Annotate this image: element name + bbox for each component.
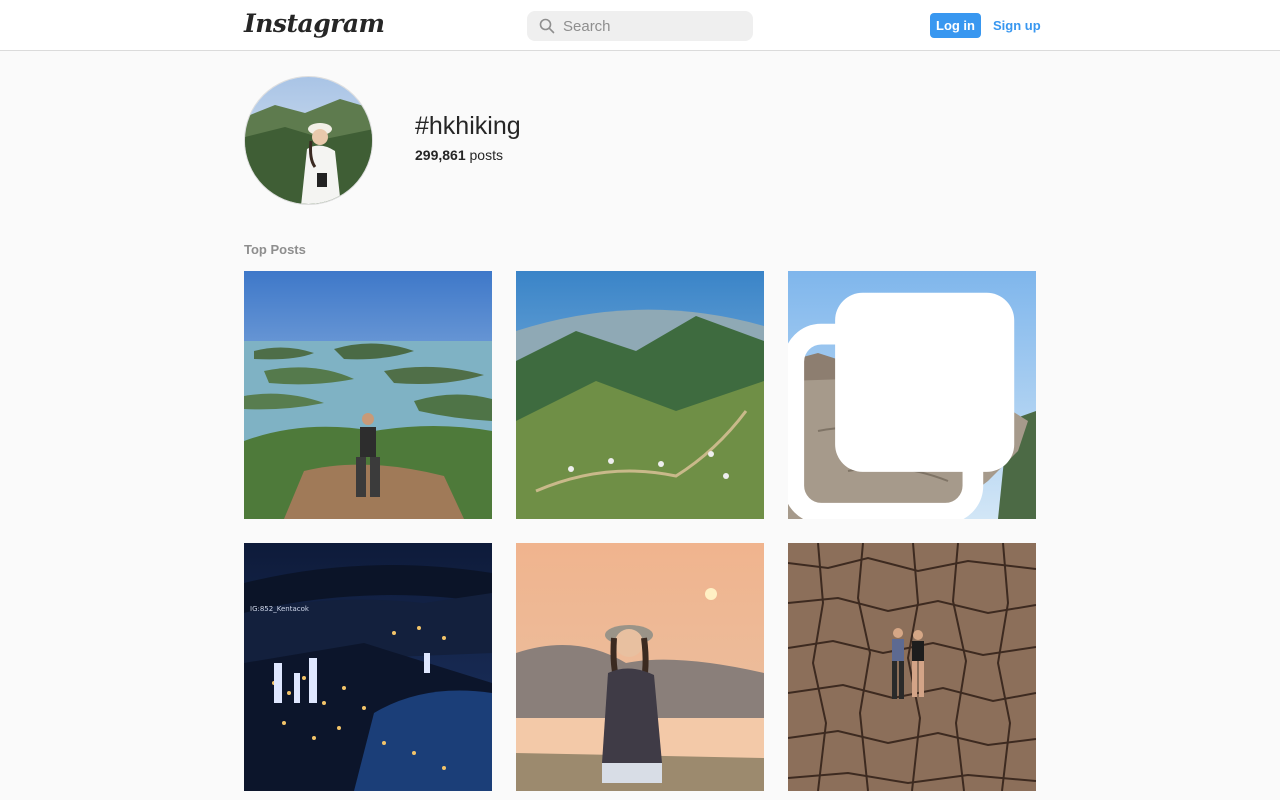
post-tile-6[interactable] (788, 543, 1036, 791)
post-tile-3[interactable] (788, 271, 1036, 519)
multiple-photos-icon (788, 292, 1015, 519)
hashtag-title: #hkhiking (415, 112, 521, 140)
instagram-logo[interactable]: Instagram (244, 9, 385, 38)
post-photo-aerial-valley (516, 271, 764, 519)
search-icon (539, 18, 555, 34)
post-watermark: IG:852_Kentacok (250, 605, 310, 613)
search-placeholder: Search (563, 17, 611, 35)
post-tile-2[interactable] (516, 271, 764, 519)
top-navigation-bar: Instagram Search Log in Sign up (0, 0, 1280, 51)
post-tile-1[interactable] (244, 271, 492, 519)
avatar-photo (245, 77, 372, 204)
post-photo-cracked-earth (788, 543, 1036, 791)
post-count-suffix: posts (469, 147, 503, 163)
post-photo-night-city: IG:852_Kentacok (244, 543, 492, 791)
post-tile-4[interactable]: IG:852_Kentacok (244, 543, 492, 791)
post-count-number: 299,861 (415, 147, 466, 163)
top-posts-heading: Top Posts (244, 242, 306, 257)
signup-link[interactable]: Sign up (993, 18, 1041, 33)
post-count: 299,861 posts (415, 147, 503, 163)
post-photo-sunset-portrait (516, 543, 764, 791)
hashtag-avatar (244, 76, 373, 205)
post-photo-islands (244, 271, 492, 519)
login-button[interactable]: Log in (930, 13, 981, 38)
post-tile-5[interactable] (516, 543, 764, 791)
search-input[interactable]: Search (527, 11, 753, 41)
